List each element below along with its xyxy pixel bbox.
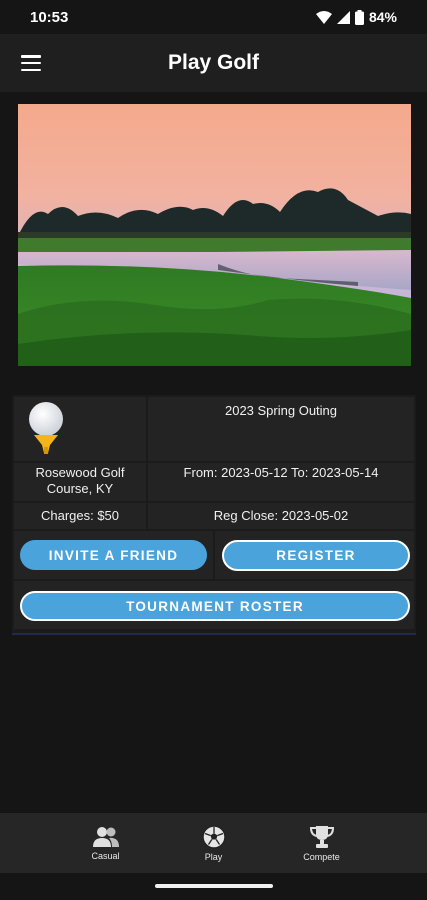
app-bar: Play Golf: [0, 34, 427, 92]
soccer-ball-icon: [201, 824, 226, 849]
gesture-bar[interactable]: [155, 884, 273, 888]
nav-casual[interactable]: Casual: [84, 813, 128, 873]
bottom-nav: Casual Play Compete: [0, 813, 427, 873]
event-card: 2023 Spring Outing Rosewood Golf Course,…: [12, 395, 416, 635]
battery-icon: [354, 9, 364, 25]
event-name: 2023 Spring Outing: [224, 403, 338, 418]
status-time: 10:53: [30, 8, 69, 26]
nav-play[interactable]: Play: [192, 813, 236, 873]
reg-close: Reg Close: 2023-05-02: [213, 508, 349, 523]
trophy-icon: [309, 825, 334, 848]
golf-ball-tee-icon: [29, 402, 63, 454]
nav-compete-label: Compete: [303, 851, 340, 862]
nav-casual-label: Casual: [91, 850, 120, 861]
wifi-icon: [315, 10, 332, 24]
course-cell: Rosewood Golf Course, KY: [14, 463, 146, 501]
status-icons: 84%: [315, 9, 397, 25]
event-name-cell: 2023 Spring Outing: [148, 397, 414, 461]
menu-icon[interactable]: [21, 55, 41, 71]
charges-cell: Charges: $50: [14, 503, 146, 529]
golf-course-image: [18, 104, 411, 366]
tournament-roster-button[interactable]: TOURNAMENT ROSTER: [20, 591, 410, 621]
event-logo-cell: [14, 397, 146, 461]
invite-friend-button[interactable]: INVITE A FRIEND: [20, 540, 207, 570]
status-bar: 10:53 84%: [0, 0, 427, 34]
battery-percent: 84%: [368, 9, 397, 25]
dates-cell: From: 2023-05-12 To: 2023-05-14: [148, 463, 414, 501]
signal-icon: [336, 10, 350, 24]
register-button[interactable]: REGISTER: [222, 540, 410, 571]
nav-compete[interactable]: Compete: [300, 813, 344, 873]
page-title: Play Golf: [167, 51, 260, 74]
reg-close-cell: Reg Close: 2023-05-02: [148, 503, 414, 529]
event-dates: From: 2023-05-12 To: 2023-05-14: [183, 465, 379, 480]
people-icon: [92, 826, 119, 847]
charges: Charges: $50: [40, 508, 120, 523]
course-name: Rosewood Golf Course, KY: [35, 465, 125, 496]
nav-play-label: Play: [204, 851, 223, 862]
